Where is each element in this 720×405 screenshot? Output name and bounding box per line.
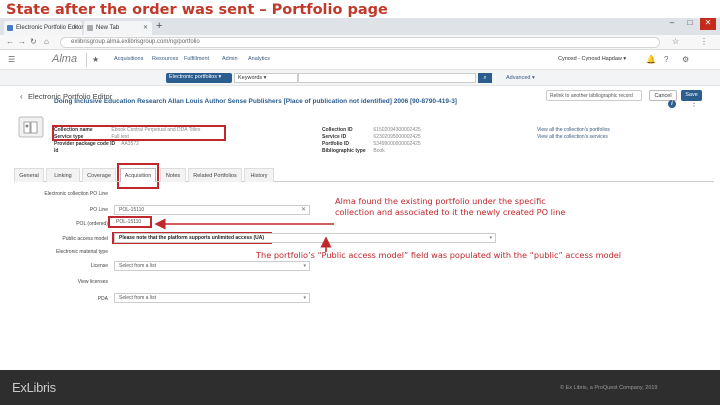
access-model-callout: The portfolio’s “Public access model” fi…	[256, 250, 622, 260]
portfolio-callout: Alma found the existing portfolio under …	[335, 196, 566, 217]
slide: State after the order was sent – Portfol…	[0, 0, 720, 405]
copyright-text: © Ex Libris, a ProQuest Company, 2019	[560, 385, 658, 391]
exlibris-logo: ExLibris	[12, 380, 56, 395]
slide-footer: ExLibris © Ex Libris, a ProQuest Company…	[0, 370, 720, 405]
